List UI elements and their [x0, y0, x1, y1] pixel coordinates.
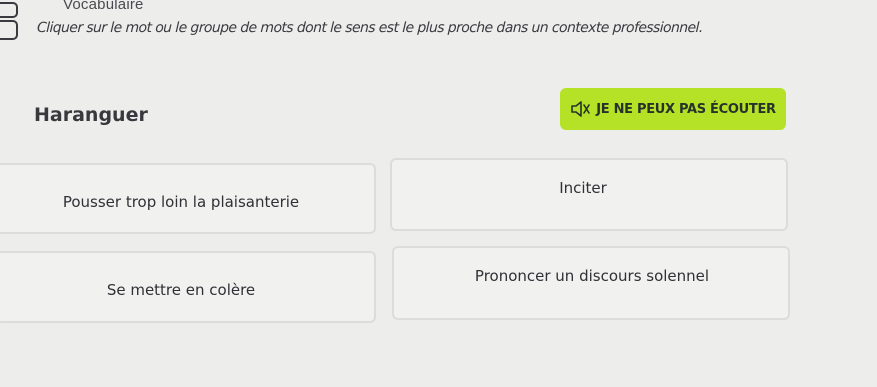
- answer-option[interactable]: Inciter: [390, 158, 788, 231]
- app-logo-icon: [0, 0, 24, 44]
- answer-option[interactable]: Se mettre en colère: [0, 251, 376, 323]
- question-word: Haranguer: [34, 104, 148, 126]
- answer-option[interactable]: Prononcer un discours solennel: [392, 246, 790, 320]
- answer-option-label: Prononcer un discours solennel: [474, 267, 710, 285]
- section-label: Vocabulaire: [63, 0, 144, 13]
- answer-option-label: Inciter: [559, 178, 607, 197]
- answer-option-label: Se mettre en colère: [106, 281, 256, 299]
- answer-option[interactable]: Pousser trop loin la plaisanterie: [0, 163, 376, 234]
- instruction-text: Cliquer sur le mot ou le groupe de mots …: [36, 20, 703, 36]
- answer-option-label: Pousser trop loin la plaisanterie: [62, 192, 300, 211]
- cannot-listen-label: JE NE PEUX PAS ÉCOUTER: [596, 101, 776, 117]
- cannot-listen-button[interactable]: JE NE PEUX PAS ÉCOUTER: [560, 88, 786, 130]
- speaker-muted-icon: [571, 101, 591, 117]
